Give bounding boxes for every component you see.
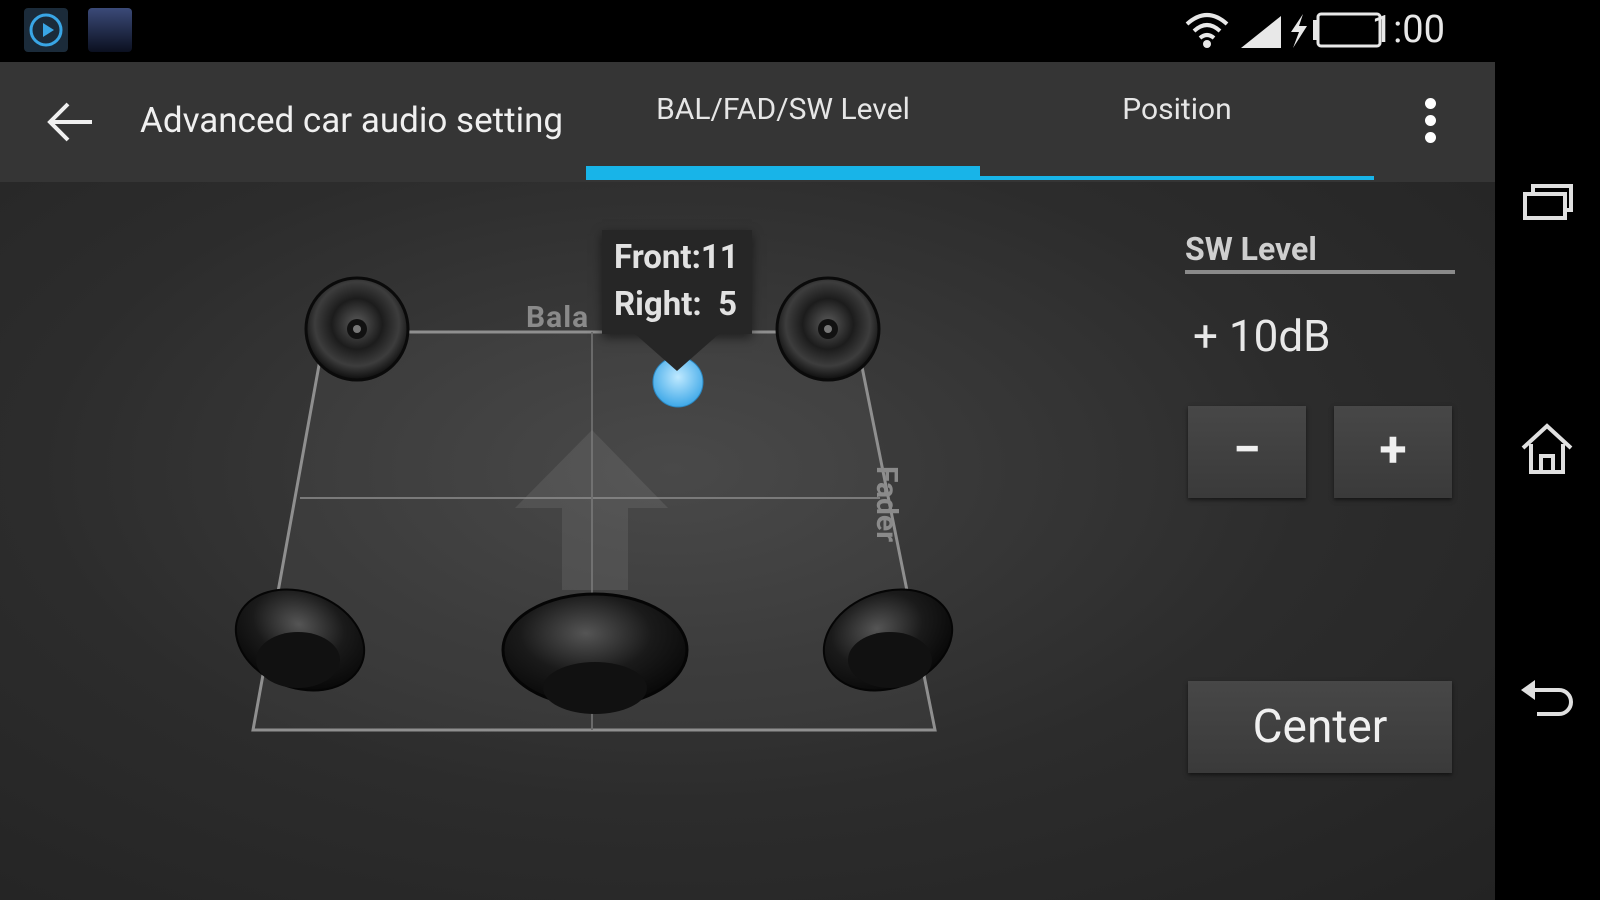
clock: 1:00 (1371, 8, 1445, 52)
video-thumbnail-notification-icon[interactable] (88, 8, 132, 52)
front-right-speaker (775, 276, 881, 382)
wifi-icon (1185, 13, 1229, 48)
right-value: Right: 5 (614, 285, 738, 324)
tooltip-pointer (634, 333, 720, 371)
front-value: Front:11 (614, 238, 739, 277)
front-left-speaker (304, 276, 410, 382)
navigation-bar (1495, 0, 1600, 900)
tab-position[interactable]: Position (980, 92, 1374, 180)
back-arrow-icon[interactable] (44, 94, 100, 150)
action-bar: Advanced car audio setting BAL/FAD/SW Le… (0, 62, 1495, 182)
center-button[interactable]: Center (1188, 681, 1452, 773)
sw-increase-button[interactable]: + (1334, 406, 1452, 498)
status-bar: 1:00 (0, 0, 1495, 62)
charging-icon (1291, 14, 1307, 48)
app-title: Advanced car audio setting (140, 100, 564, 141)
speaker-stage[interactable] (0, 182, 1160, 900)
home-icon[interactable] (1515, 416, 1579, 480)
sw-level-value: + 10dB (1193, 310, 1331, 362)
battery-icon (1313, 12, 1382, 48)
signal-icon (1241, 16, 1281, 48)
balance-axis-label: Bala (526, 300, 590, 335)
fader-axis-label: Fader (869, 466, 904, 543)
position-tooltip: Front:11 Right: 5 (602, 230, 752, 334)
selected-tab-indicator (586, 166, 980, 180)
back-icon[interactable] (1515, 666, 1579, 730)
sw-decrease-button[interactable]: − (1188, 406, 1306, 498)
media-player-notification-icon[interactable] (24, 8, 68, 52)
overflow-menu-icon[interactable] (1418, 98, 1442, 146)
recent-apps-icon[interactable] (1515, 170, 1579, 234)
sw-divider (1185, 270, 1455, 274)
balance-fader-panel: Bala Fader Front:11 Right: 5 SW Level + … (0, 182, 1495, 900)
status-icons (1185, 12, 1382, 48)
sw-level-heading: SW Level (1185, 230, 1317, 268)
